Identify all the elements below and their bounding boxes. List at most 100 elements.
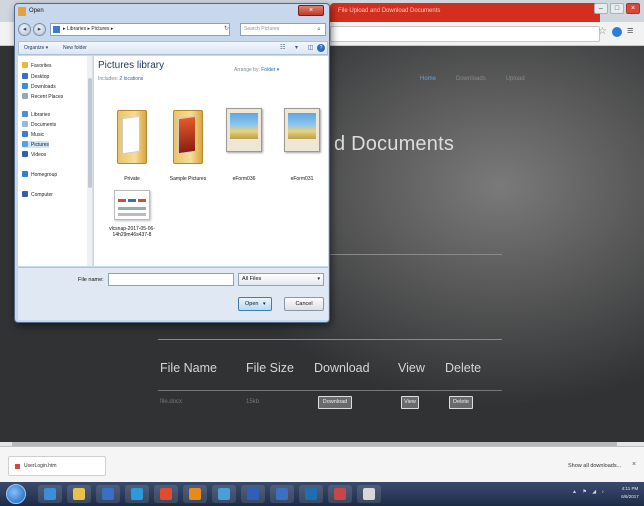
tab-title: File Upload and Download Documents (338, 8, 441, 14)
nav-pane-item-label: Libraries (31, 112, 51, 118)
dialog-footer: File name: ▾ All Files ▾ Open ▾ Cancel (18, 267, 328, 320)
address-bar[interactable] (330, 26, 600, 42)
taskbar-app-button[interactable] (270, 485, 294, 503)
help-icon[interactable]: ? (317, 44, 325, 52)
nav-pane-item-recent-places[interactable]: Recent Places (22, 93, 63, 100)
chevron-down-icon: ▾ (317, 276, 320, 282)
organize-button[interactable]: Organize ▾ (24, 45, 48, 51)
image-preview (230, 113, 258, 139)
taskbar-app-button[interactable] (183, 485, 207, 503)
open-dropdown-icon[interactable]: ▾ (263, 298, 266, 310)
filename-label: File name: (78, 277, 104, 283)
search-input[interactable]: Search Pictures ⌕ (240, 23, 326, 36)
file-item[interactable]: vlcsnap-2017-05-06-14h29m46s437-8 (108, 186, 156, 266)
bookmark-star-icon[interactable]: ☆ (598, 26, 607, 37)
nav-pane-item-label: Homegroup (31, 172, 58, 178)
forward-arrow-icon[interactable]: ▸ (33, 23, 46, 36)
locations-link[interactable]: 2 locations (119, 76, 143, 82)
filename-input[interactable]: ▾ (108, 273, 318, 286)
nav-downloads[interactable]: Downloads (456, 76, 486, 82)
computer-icon (22, 191, 28, 197)
arrange-by-label: Arrange by: (234, 67, 260, 73)
address-path: ▸ Libraries ▸ Pictures ▸ (63, 26, 114, 32)
nav-pane-item-videos[interactable]: Videos (22, 151, 46, 158)
file-item[interactable]: Sample Pictures (164, 106, 212, 186)
start-button[interactable] (6, 484, 26, 504)
maximize-button[interactable]: □ (610, 3, 624, 14)
libraries-icon (53, 26, 60, 33)
browser-tab[interactable]: File Upload and Download Documents (330, 3, 600, 22)
extension-icon[interactable] (612, 27, 622, 37)
view-options-icon[interactable]: ☷ ▾ ◫ (280, 44, 317, 51)
taskbar-app-button[interactable] (67, 485, 91, 503)
file-type-value: All Files (242, 276, 262, 282)
dialog-command-bar: Organize ▾ New folder ☷ ▾ ◫ ? (18, 41, 328, 55)
taskbar-app-button[interactable] (125, 485, 149, 503)
download-item[interactable]: UserLogin.htm (8, 456, 106, 476)
nav-pane-item-documents[interactable]: Documents (22, 121, 56, 128)
arrange-by-dropdown[interactable]: Folder ▾ (261, 67, 279, 73)
nav-pane-item-pictures[interactable]: Pictures (22, 141, 50, 148)
nav-pane-item-desktop[interactable]: Desktop (22, 73, 49, 80)
open-button[interactable]: Open ▾ (238, 297, 272, 311)
nav-upload[interactable]: Upload (506, 76, 525, 82)
taskbar-app-button[interactable] (212, 485, 236, 503)
close-shelf-icon[interactable]: × (632, 461, 636, 468)
dialog-title-bar[interactable]: Open × (15, 4, 329, 20)
library-title: Pictures library (98, 60, 165, 71)
folder-icon (18, 7, 26, 16)
taskbar-app-button[interactable] (154, 485, 178, 503)
download-shelf: UserLogin.htm Show all downloads... × (0, 446, 644, 482)
dialog-close-button[interactable]: × (298, 5, 324, 16)
taskbar-app-button[interactable] (357, 485, 381, 503)
minimize-button[interactable]: – (594, 3, 608, 14)
file-item[interactable]: eForm031 (278, 106, 326, 186)
documents-icon (22, 121, 28, 127)
cancel-button[interactable]: Cancel (284, 297, 324, 311)
nav-pane-item-favorites[interactable]: Favorites (22, 62, 52, 69)
taskbar-app-button[interactable] (96, 485, 120, 503)
file-type-select[interactable]: All Files ▾ (238, 273, 324, 286)
dialog-address-bar[interactable]: ▸ Libraries ▸ Pictures ▸ (50, 23, 230, 36)
nav-pane-item-computer[interactable]: Computer (22, 191, 53, 198)
app-icon (276, 488, 288, 500)
app-icon (363, 488, 375, 500)
cell-file-name: file.docx (160, 399, 183, 405)
arrange-by: Arrange by: Folder ▾ (234, 67, 279, 73)
nav-pane-item-libraries[interactable]: Libraries (22, 111, 50, 118)
open-button-label: Open (245, 301, 259, 307)
nav-pane-item-downloads[interactable]: Downloads (22, 83, 56, 90)
taskbar-app-button[interactable] (328, 485, 352, 503)
taskbar-app-button[interactable] (38, 485, 62, 503)
nav-home[interactable]: Home (420, 76, 436, 82)
app-icon (102, 488, 114, 500)
clock[interactable]: 4:11 PM 6/6/2017 (618, 485, 642, 501)
browser-menu-icon[interactable]: ≡ (627, 25, 633, 37)
app-icon (218, 488, 230, 500)
nav-pane-item-homegroup[interactable]: Homegroup (22, 171, 57, 178)
system-tray-icons[interactable]: ▲ ⚑ ◢ ♪ (572, 489, 606, 495)
delete-button[interactable]: Delete (449, 396, 473, 409)
file-item[interactable]: Private (108, 106, 156, 186)
back-arrow-icon[interactable]: ◂ (18, 23, 31, 36)
taskbar-app-button[interactable] (241, 485, 265, 503)
thumbnail-stripe (118, 207, 146, 210)
refresh-icon[interactable]: ↻ (224, 25, 229, 32)
thumbnail-stripe (128, 199, 136, 202)
search-icon[interactable]: ⌕ (317, 24, 321, 35)
taskbar-app-button[interactable] (299, 485, 323, 503)
download-button[interactable]: Download (318, 396, 352, 409)
show-all-downloads-link[interactable]: Show all downloads... (568, 463, 621, 469)
nav-pane-item-label: Downloads (31, 84, 56, 90)
folder-preview (122, 115, 140, 155)
nav-pane-item-label: Pictures (31, 142, 50, 148)
app-icon (247, 488, 259, 500)
new-folder-button[interactable]: New folder (63, 45, 87, 51)
download-item-label: UserLogin.htm (24, 463, 57, 469)
library-sub-prefix: Includes: (98, 76, 119, 82)
nav-pane-item-music[interactable]: Music (22, 131, 44, 138)
nav-pane-scrollbar-thumb[interactable] (88, 78, 92, 188)
view-button[interactable]: View (401, 396, 419, 409)
close-window-button[interactable]: × (626, 3, 640, 14)
file-item[interactable]: eForm036 (220, 106, 268, 186)
